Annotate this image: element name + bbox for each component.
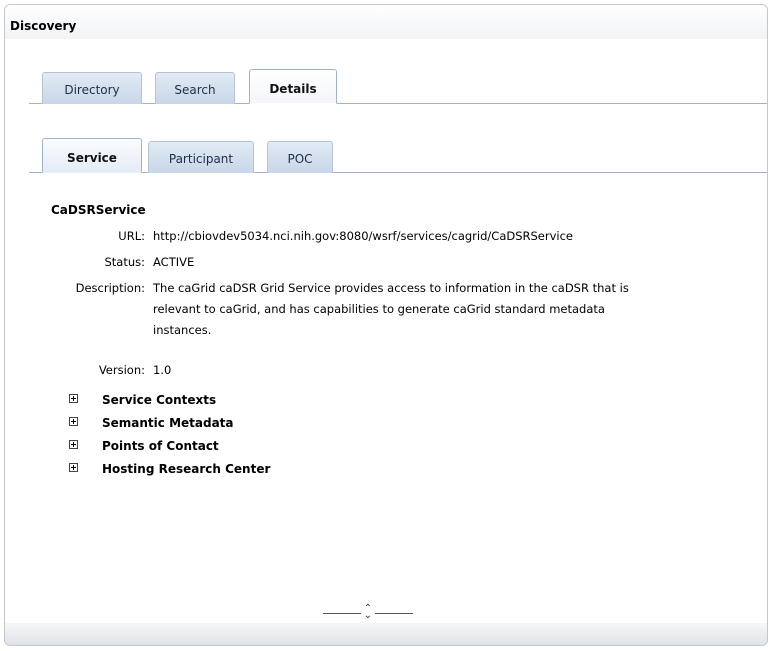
resize-grip-icon[interactable]: ⌃ ⌄ [361,604,375,621]
tree-item-label: Points of Contact [102,439,219,453]
url-label: URL: [118,229,145,243]
description-label: Description: [75,281,145,295]
version-label: Version: [98,363,145,377]
expand-plus-icon[interactable] [69,440,78,449]
description-line: instances. [153,323,212,337]
tree-item-label: Semantic Metadata [102,416,234,430]
tab-directory[interactable]: Directory [42,72,142,104]
url-value: http://cbiovdev5034.nci.nih.gov:8080/wsr… [153,229,574,243]
tab-participant[interactable]: Participant [148,141,254,173]
panel-footer [5,623,767,645]
version-value: 1.0 [153,363,172,377]
main-tab-bar: Directory Search Details [5,66,767,104]
tab-service[interactable]: Service [42,138,142,173]
expand-plus-icon[interactable] [69,394,78,403]
expand-plus-icon[interactable] [69,463,78,472]
tab-poc[interactable]: POC [267,141,333,173]
expand-plus-icon[interactable] [69,417,78,426]
tab-details[interactable]: Details [249,69,337,104]
status-label: Status: [104,255,145,269]
sub-tab-bar: Service Participant POC [5,135,767,173]
tab-search[interactable]: Search [155,72,235,104]
resize-splitter[interactable]: ⌃ ⌄ [323,604,413,621]
description-line: relevant to caGrid, and has capabilities… [153,302,605,316]
tree-item-label: Hosting Research Center [102,462,271,476]
discovery-panel: Discovery Directory Search Details Servi… [4,4,768,646]
status-value: ACTIVE [153,255,195,269]
service-name: CaDSRService [51,203,146,217]
tree-item-label: Service Contexts [102,393,217,407]
description-line: The caGrid caDSR Grid Service provides a… [153,281,629,295]
panel-title: Discovery [5,5,767,39]
